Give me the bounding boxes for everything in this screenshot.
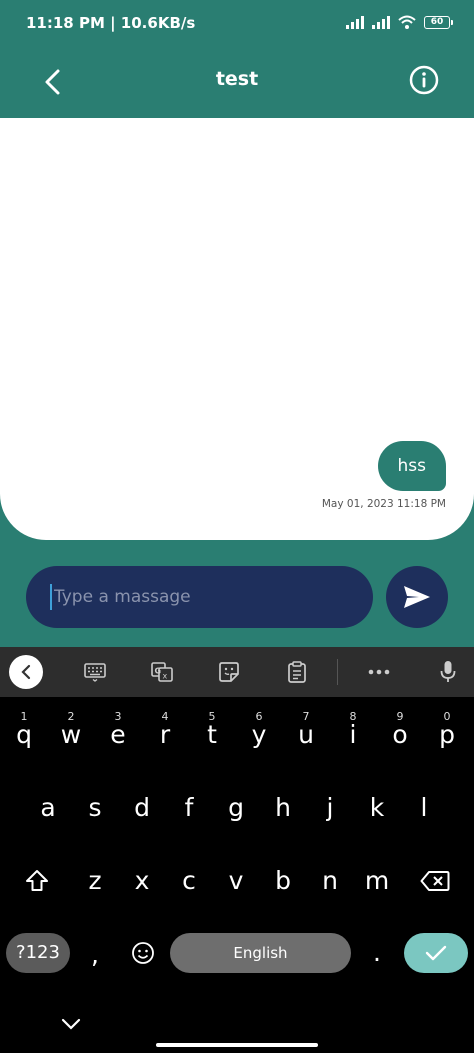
chevron-down-icon	[61, 1018, 81, 1030]
clipboard-button[interactable]	[282, 657, 312, 687]
key-c[interactable]: c	[166, 853, 212, 909]
svg-text:x: x	[163, 672, 168, 681]
emoji-key[interactable]	[120, 925, 166, 981]
key-hint-0: 0	[443, 710, 451, 723]
svg-text:G: G	[155, 667, 162, 676]
key-hint-1: 1	[20, 710, 28, 723]
key-j[interactable]: j	[307, 780, 353, 836]
chat-header: test	[0, 48, 474, 118]
checkmark-icon	[425, 945, 447, 961]
status-icons: 60	[346, 15, 453, 29]
chevron-left-icon	[21, 664, 31, 680]
more-horizontal-icon	[368, 669, 390, 675]
key-r[interactable]: r4	[142, 707, 188, 763]
message-composer	[26, 566, 373, 628]
key-f[interactable]: f	[166, 780, 212, 836]
status-bar: 11:18 PM | 10.6KB/s 60	[0, 0, 474, 48]
emoji-icon	[132, 942, 154, 964]
key-hint-8: 8	[349, 710, 357, 723]
key-e[interactable]: e3	[95, 707, 141, 763]
key-g[interactable]: g	[213, 780, 259, 836]
translate-icon: G x	[151, 662, 173, 682]
period-key[interactable]: .	[354, 925, 400, 981]
key-p[interactable]: p0	[424, 707, 470, 763]
key-hint-3: 3	[114, 710, 122, 723]
voice-input-button[interactable]	[433, 657, 463, 687]
toolbar-divider	[337, 659, 338, 685]
key-hint-6: 6	[255, 710, 263, 723]
status-time: 11:18 PM | 10.6KB/s	[26, 14, 196, 32]
shift-icon	[26, 870, 48, 891]
battery-icon: 60	[424, 15, 453, 29]
key-d[interactable]: d	[119, 780, 165, 836]
key-v[interactable]: v	[213, 853, 259, 909]
key-hint-7: 7	[302, 710, 310, 723]
message-timestamp: May 01, 2023 11:18 PM	[321, 498, 446, 510]
enter-key[interactable]	[404, 933, 468, 973]
chat-title: test	[215, 68, 259, 90]
keyboard-collapse-button[interactable]	[9, 655, 43, 689]
shift-key[interactable]	[14, 853, 60, 909]
keyboard-toolbar: G x	[0, 647, 474, 697]
key-q[interactable]: q1	[1, 707, 47, 763]
backspace-key[interactable]	[412, 853, 458, 909]
microphone-icon	[440, 661, 456, 682]
key-hint-2: 2	[67, 710, 75, 723]
signal-icon	[346, 15, 364, 29]
key-l[interactable]: l	[401, 780, 447, 836]
key-w[interactable]: w2	[48, 707, 94, 763]
info-icon	[409, 65, 439, 95]
comma-key[interactable]: ,	[72, 927, 118, 983]
key-b[interactable]: b	[260, 853, 306, 909]
key-y[interactable]: y6	[236, 707, 282, 763]
key-u[interactable]: u7	[283, 707, 329, 763]
sticker-button[interactable]	[214, 657, 244, 687]
key-hint-4: 4	[161, 710, 169, 723]
message-list[interactable]: hss May 01, 2023 11:18 PM	[0, 118, 474, 540]
clipboard-icon	[288, 661, 306, 683]
key-hint-5: 5	[208, 710, 216, 723]
keyboard-icon	[84, 663, 106, 682]
message-bubble[interactable]: hss	[377, 441, 446, 491]
space-key[interactable]: English	[170, 933, 351, 973]
send-icon	[404, 586, 430, 608]
key-s[interactable]: s	[72, 780, 118, 836]
signal-icon-2	[372, 15, 390, 29]
sticker-icon	[219, 662, 239, 682]
key-n[interactable]: n	[307, 853, 353, 909]
numbers-key[interactable]: ?123	[6, 933, 70, 973]
key-i[interactable]: i8	[330, 707, 376, 763]
key-t[interactable]: t5	[189, 707, 235, 763]
keyboard-layout-button[interactable]	[80, 657, 110, 687]
backspace-icon	[420, 871, 450, 891]
key-m[interactable]: m	[354, 853, 400, 909]
wifi-icon	[398, 15, 416, 29]
send-button[interactable]	[386, 566, 448, 628]
home-indicator[interactable]	[156, 1043, 318, 1047]
key-x[interactable]: x	[119, 853, 165, 909]
translate-button[interactable]: G x	[147, 657, 177, 687]
key-hint-9: 9	[396, 710, 404, 723]
more-options-button[interactable]	[364, 657, 394, 687]
key-a[interactable]: a	[25, 780, 71, 836]
key-z[interactable]: z	[72, 853, 118, 909]
info-button[interactable]	[408, 64, 440, 96]
message-input[interactable]	[50, 584, 350, 610]
key-h[interactable]: h	[260, 780, 306, 836]
hide-keyboard-button[interactable]	[48, 997, 94, 1047]
key-k[interactable]: k	[354, 780, 400, 836]
key-o[interactable]: o9	[377, 707, 423, 763]
soft-keyboard: q1w2e3r4t5y6u7i8o9p0 asdfghjkl zxcvbnm ?…	[0, 697, 474, 1053]
